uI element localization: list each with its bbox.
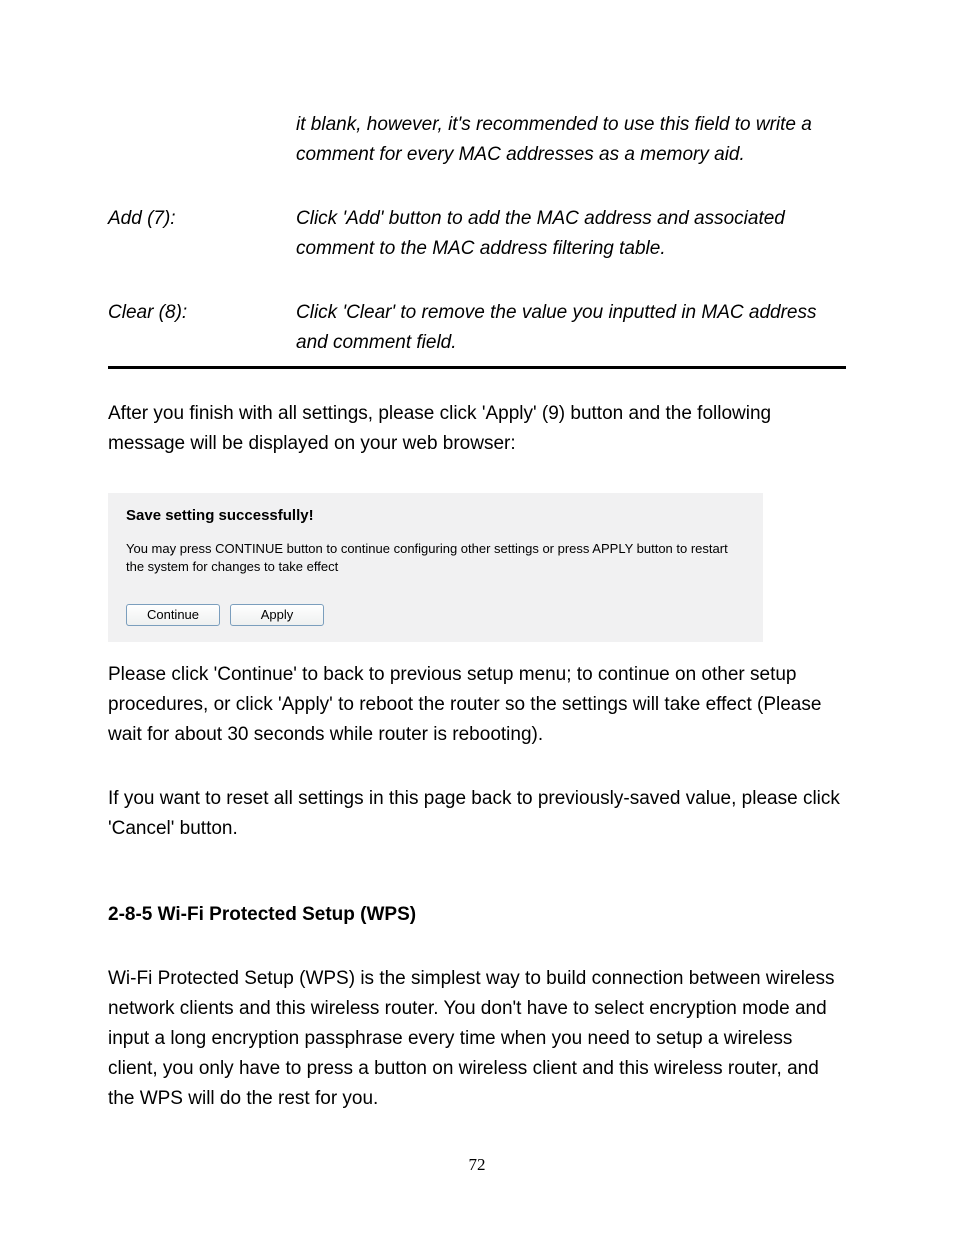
paragraph-reset-note: If you want to reset all settings in thi… (108, 784, 846, 844)
dialog-message: You may press CONTINUE button to continu… (126, 540, 745, 576)
save-success-dialog: Save setting successfully! You may press… (108, 493, 763, 642)
page-number: 72 (0, 1155, 954, 1175)
definition-desc-clear: Click 'Clear' to remove the value you in… (296, 298, 846, 358)
horizontal-rule (108, 366, 846, 369)
document-page: it blank, however, it's recommended to u… (0, 0, 954, 1235)
definition-row: Clear (8): Click 'Clear' to remove the v… (108, 298, 846, 358)
section-heading-wps: 2-8-5 Wi-Fi Protected Setup (WPS) (108, 904, 846, 926)
continue-button[interactable]: Continue (126, 604, 220, 626)
paragraph-wps-intro: Wi-Fi Protected Setup (WPS) is the simpl… (108, 964, 846, 1114)
apply-button[interactable]: Apply (230, 604, 324, 626)
paragraph-apply-note: After you finish with all settings, plea… (108, 399, 846, 459)
definition-label-add: Add (7): (108, 204, 296, 264)
definition-desc-add: Click 'Add' button to add the MAC addres… (296, 204, 846, 264)
definition-label-clear: Clear (8): (108, 298, 296, 358)
definition-continuation: it blank, however, it's recommended to u… (296, 110, 846, 170)
paragraph-continue-apply: Please click 'Continue' to back to previ… (108, 660, 846, 750)
dialog-button-row: Continue Apply (126, 604, 745, 626)
definition-row: Add (7): Click 'Add' button to add the M… (108, 204, 846, 264)
dialog-title: Save setting successfully! (126, 507, 745, 524)
